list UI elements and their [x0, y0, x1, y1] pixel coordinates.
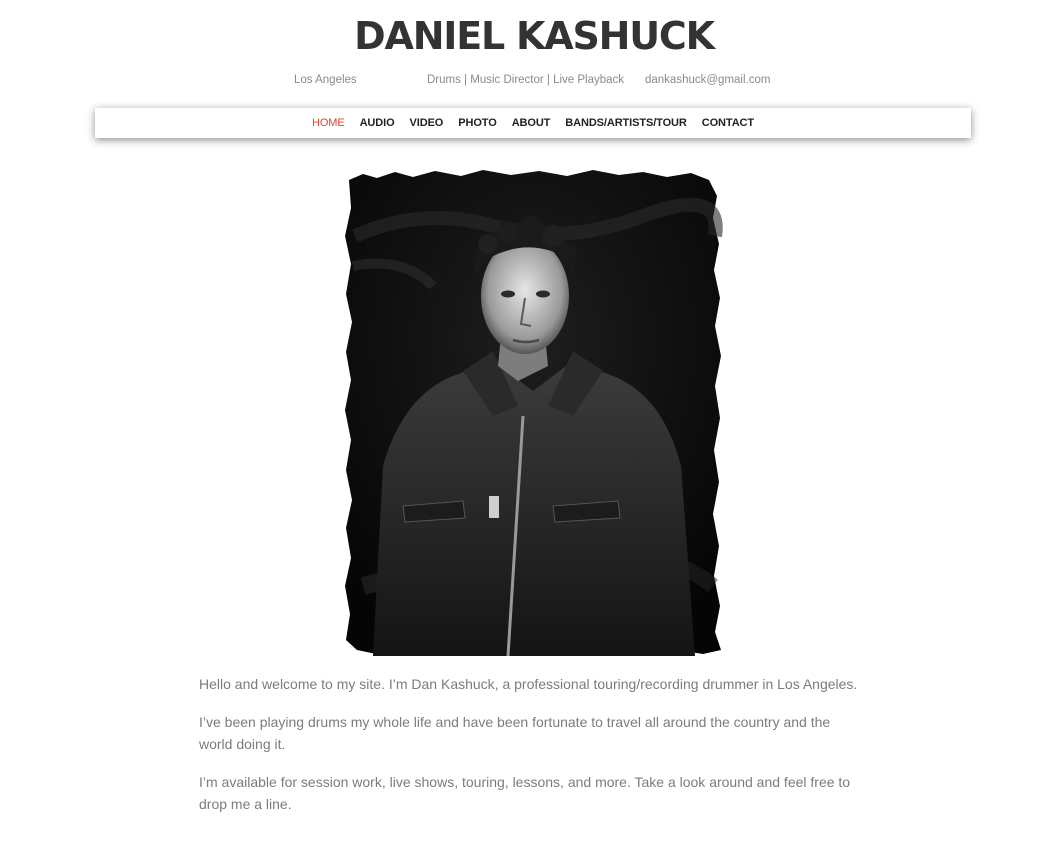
- intro-text: Hello and welcome to my site. I’m Dan Ka…: [199, 673, 863, 831]
- header-location: Los Angeles: [294, 74, 357, 86]
- main-navigation: HOME AUDIO VIDEO PHOTO ABOUT BANDS/ARTIS…: [95, 108, 971, 138]
- header-email-link[interactable]: dankashuck@gmail.com: [645, 72, 770, 88]
- nav-item-contact[interactable]: CONTACT: [702, 117, 754, 129]
- portrait-photo: [343, 166, 723, 656]
- intro-paragraph: I’ve been playing drums my whole life an…: [199, 714, 831, 752]
- nav-item-video[interactable]: VIDEO: [410, 117, 444, 129]
- nav-item-bands-artists-tour[interactable]: BANDS/ARTISTS/TOUR: [565, 117, 687, 129]
- header-roles: Drums | Music Director | Live Playback: [427, 74, 625, 86]
- nav-item-about[interactable]: ABOUT: [512, 117, 551, 129]
- nav-item-audio[interactable]: AUDIO: [360, 117, 395, 129]
- site-title: DANIEL KASHUCK: [354, 14, 715, 58]
- nav-item-home[interactable]: HOME: [312, 117, 345, 129]
- intro-paragraph: I’m available for session work, live sho…: [199, 774, 851, 812]
- nav-item-photo[interactable]: PHOTO: [458, 117, 497, 129]
- intro-paragraph: Hello and welcome to my site. I’m Dan Ka…: [199, 676, 858, 692]
